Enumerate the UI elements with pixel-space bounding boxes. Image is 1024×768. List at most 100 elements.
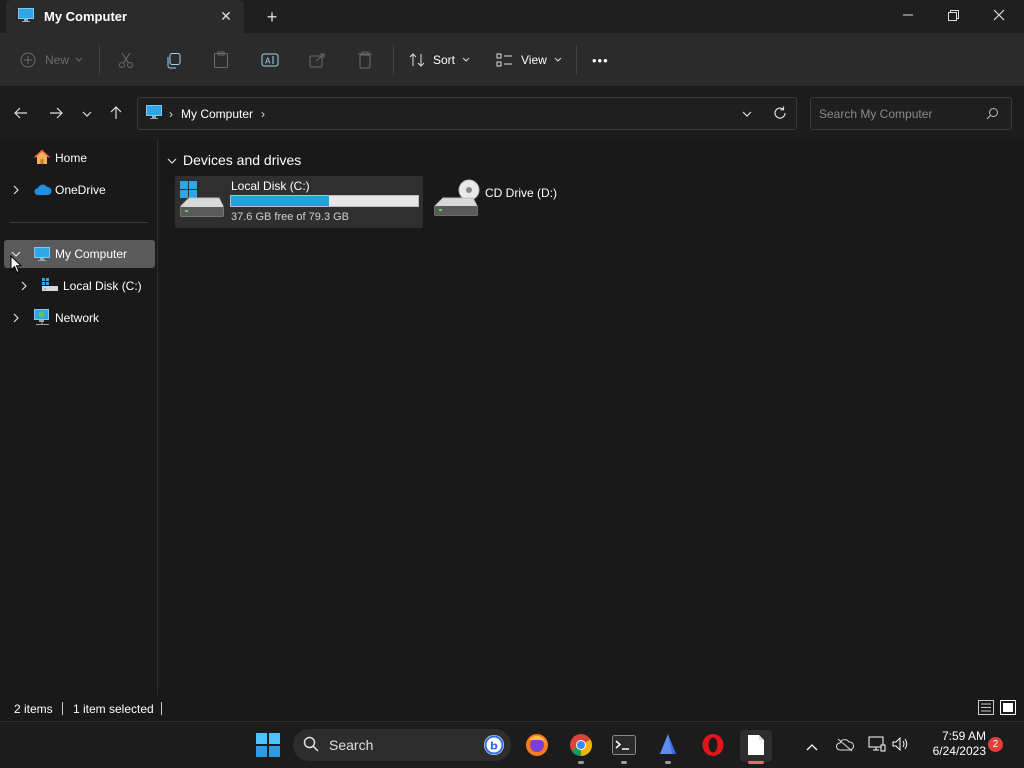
drive-item-local-disk[interactable]: Local Disk (C:) 37.6 GB free of 79.3 GB bbox=[175, 176, 423, 228]
taskbar-firefox[interactable] bbox=[521, 730, 553, 762]
tab-close-button[interactable]: ✕ bbox=[218, 8, 234, 24]
status-divider bbox=[161, 702, 162, 715]
sidebar-item-my-computer[interactable]: My Computer bbox=[4, 240, 155, 268]
more-options-button[interactable]: ••• bbox=[592, 47, 609, 73]
search-box[interactable] bbox=[810, 97, 1012, 130]
tab-my-computer[interactable]: My Computer ✕ bbox=[6, 0, 244, 33]
rename-button[interactable]: A bbox=[261, 47, 279, 73]
home-icon bbox=[33, 149, 51, 168]
back-button[interactable] bbox=[10, 103, 32, 125]
group-header-devices[interactable]: Devices and drives bbox=[167, 152, 301, 168]
share-button[interactable] bbox=[309, 47, 326, 73]
opera-icon bbox=[701, 733, 725, 760]
navigation-bar: › My Computer › bbox=[0, 87, 1024, 140]
view-button[interactable]: View bbox=[496, 47, 562, 73]
volume-icon[interactable] bbox=[892, 736, 910, 754]
paste-button[interactable] bbox=[213, 47, 229, 73]
notification-badge[interactable]: 2 bbox=[988, 737, 1003, 752]
sort-label: Sort bbox=[433, 53, 456, 67]
cd-drive-icon bbox=[433, 178, 481, 221]
sidebar-item-label: My Computer bbox=[55, 247, 128, 261]
chevron-right-icon[interactable] bbox=[10, 312, 22, 324]
svg-text:A: A bbox=[265, 57, 271, 66]
search-icon bbox=[986, 107, 999, 123]
system-clock[interactable]: 7:59 AM 6/24/2023 bbox=[920, 729, 986, 759]
file-view: Devices and drives Local Disk (C:) 37.6 … bbox=[159, 140, 1024, 695]
cut-button[interactable] bbox=[117, 47, 135, 73]
drive-free-space: 37.6 GB free of 79.3 GB bbox=[231, 211, 350, 223]
tab-title: My Computer bbox=[44, 9, 128, 24]
terminal-icon bbox=[612, 734, 636, 758]
refresh-icon[interactable] bbox=[773, 106, 787, 123]
chevron-up-icon[interactable] bbox=[806, 740, 818, 754]
app-icon bbox=[656, 733, 680, 760]
taskbar-search[interactable]: Search b bbox=[293, 729, 511, 761]
drive-usage-fill bbox=[231, 196, 330, 206]
new-button[interactable]: New bbox=[20, 47, 83, 73]
network-icon bbox=[34, 309, 51, 329]
sidebar-item-local-disk[interactable]: Local Disk (C:) bbox=[4, 272, 155, 300]
running-indicator bbox=[621, 761, 627, 764]
start-button[interactable] bbox=[252, 730, 284, 762]
computer-icon bbox=[34, 247, 50, 264]
clock-time: 7:59 AM bbox=[941, 729, 986, 743]
copy-button[interactable] bbox=[165, 47, 182, 73]
breadcrumb-separator[interactable]: › bbox=[169, 107, 173, 121]
command-bar: New A Sort View ••• bbox=[0, 33, 1024, 87]
drive-usage-bar bbox=[230, 195, 419, 207]
chevron-down-icon bbox=[554, 57, 562, 63]
running-indicator bbox=[748, 761, 764, 764]
sidebar-item-label: Home bbox=[55, 151, 88, 165]
search-input[interactable] bbox=[819, 106, 979, 122]
forward-button[interactable] bbox=[45, 103, 67, 125]
recent-locations-button[interactable] bbox=[76, 103, 98, 125]
chevron-right-icon[interactable] bbox=[10, 184, 22, 196]
new-tab-button[interactable]: + bbox=[262, 7, 282, 27]
arrow-left-icon bbox=[14, 107, 28, 122]
status-divider bbox=[62, 702, 63, 715]
status-bar: 2 items 1 item selected bbox=[0, 695, 1024, 721]
title-bar: My Computer ✕ + bbox=[0, 0, 1024, 33]
sidebar-item-home[interactable]: Home bbox=[4, 144, 155, 172]
address-bar[interactable]: › My Computer › bbox=[137, 97, 797, 130]
close-window-button[interactable] bbox=[976, 0, 1022, 30]
sort-button[interactable]: Sort bbox=[408, 47, 470, 73]
taskbar-file-explorer[interactable] bbox=[740, 730, 772, 764]
network-status-icon[interactable] bbox=[868, 736, 886, 755]
taskbar-app-blue[interactable] bbox=[652, 730, 684, 764]
copy-icon bbox=[165, 52, 182, 69]
clipboard-icon bbox=[213, 51, 229, 69]
breadcrumb-my-computer[interactable]: My Computer bbox=[181, 107, 253, 121]
chevron-down-icon bbox=[82, 107, 92, 121]
new-label: New bbox=[45, 53, 70, 67]
taskbar-terminal[interactable] bbox=[608, 730, 640, 764]
drive-item-cd-drive[interactable]: CD Drive (D:) bbox=[431, 176, 581, 228]
running-indicator bbox=[578, 761, 584, 764]
delete-button[interactable] bbox=[357, 47, 373, 73]
up-button[interactable] bbox=[105, 103, 127, 125]
chevron-right-icon[interactable] bbox=[18, 280, 30, 292]
onedrive-offline-icon[interactable] bbox=[836, 738, 854, 755]
computer-icon bbox=[146, 105, 162, 122]
sidebar-item-onedrive[interactable]: OneDrive bbox=[4, 176, 155, 204]
taskbar-chrome[interactable] bbox=[565, 730, 597, 764]
restore-button[interactable] bbox=[930, 0, 976, 30]
svg-text:b: b bbox=[490, 740, 498, 753]
arrow-right-icon bbox=[49, 107, 63, 122]
sidebar-item-label: Network bbox=[55, 311, 100, 325]
rename-icon: A bbox=[261, 52, 279, 68]
minimize-button[interactable] bbox=[885, 0, 931, 30]
breadcrumb-separator[interactable]: › bbox=[261, 107, 265, 121]
computer-icon bbox=[18, 8, 34, 25]
details-view-icon[interactable] bbox=[978, 700, 994, 718]
firefox-icon bbox=[525, 733, 549, 760]
sort-icon bbox=[408, 52, 426, 68]
chrome-icon bbox=[569, 733, 593, 760]
taskbar-opera[interactable] bbox=[697, 730, 729, 762]
address-history-dropdown[interactable] bbox=[742, 107, 752, 121]
sidebar-item-network[interactable]: Network bbox=[4, 304, 155, 332]
navigation-pane: Home OneDrive My Computer Local Disk (C:… bbox=[0, 140, 158, 695]
toolbar-divider bbox=[393, 45, 394, 75]
sidebar-item-label: OneDrive bbox=[55, 183, 106, 197]
tiles-view-icon[interactable] bbox=[1000, 700, 1016, 718]
